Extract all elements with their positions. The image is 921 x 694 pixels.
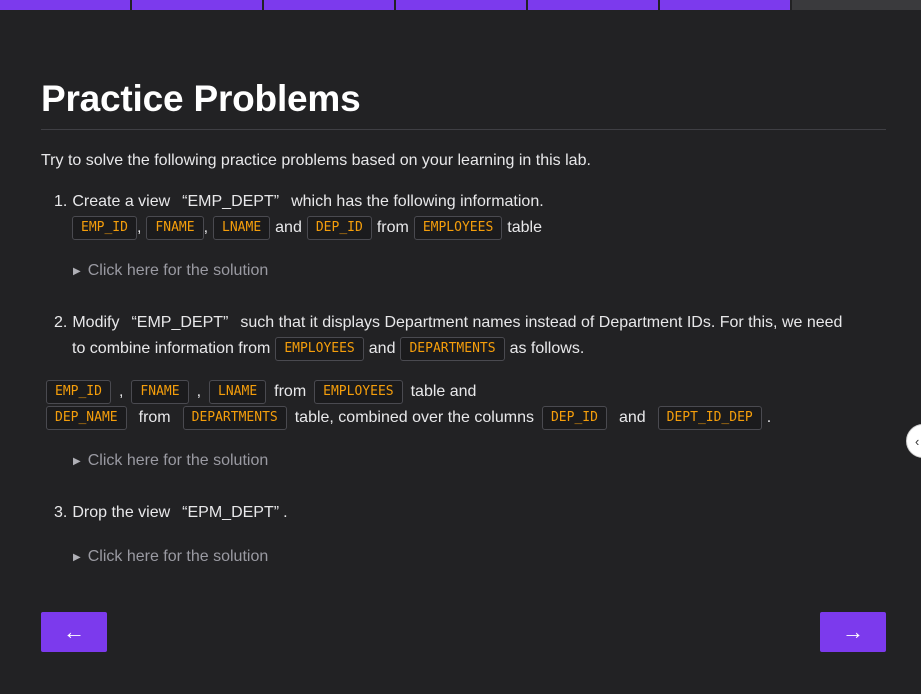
code-employees: EMPLOYEES [314, 380, 403, 404]
progress-segment[interactable] [528, 0, 658, 10]
code-lname: LNAME [213, 216, 271, 240]
problem-2-line-1: 2. Modify “EMP_DEPT” such that it displa… [54, 314, 843, 331]
next-button[interactable]: → [820, 612, 886, 652]
solution-toggle-1[interactable]: ▶ Click here for the solution [73, 262, 268, 280]
arrow-right-icon: → [842, 619, 864, 644]
problem-2-line-2: to combine information from EMPLOYEES an… [72, 337, 584, 361]
problem-2-detail-1: EMP_ID , FNAME , LNAME from EMPLOYEES ta… [46, 380, 476, 404]
chevron-left-icon: ‹ [915, 433, 920, 449]
progress-bar [0, 0, 921, 10]
problem-1-line-2: EMP_ID , FNAME , LNAME and DEP_ID from E… [72, 216, 542, 240]
previous-button[interactable]: ← [41, 612, 107, 652]
problem-3-line-1: 3. Drop the view “EPM_DEPT” . [54, 504, 288, 521]
triangle-right-icon: ▶ [73, 551, 81, 563]
code-dep-name: DEP_NAME [46, 406, 127, 430]
code-fname: FNAME [146, 216, 204, 240]
code-fname: FNAME [131, 380, 189, 404]
progress-segment[interactable] [660, 0, 790, 10]
code-departments: DEPARTMENTS [400, 337, 505, 361]
code-emp-id: EMP_ID [72, 216, 137, 240]
progress-segment[interactable] [132, 0, 262, 10]
code-employees: EMPLOYEES [275, 337, 364, 361]
progress-segment[interactable] [264, 0, 394, 10]
code-dept-id-dep: DEPT_ID_DEP [657, 406, 762, 430]
progress-segment[interactable] [396, 0, 526, 10]
side-panel-toggle[interactable]: ‹ [906, 424, 921, 458]
solution-toggle-3[interactable]: ▶ Click here for the solution [73, 548, 268, 566]
code-emp-id: EMP_ID [46, 380, 111, 404]
code-lname: LNAME [209, 380, 267, 404]
problem-2-detail-2: DEP_NAME from DEPARTMENTS table, combine… [46, 406, 771, 430]
arrow-left-icon: ← [63, 619, 85, 644]
intro-text: Try to solve the following practice prob… [41, 152, 591, 169]
code-dep-id: DEP_ID [541, 406, 607, 430]
page-title: Practice Problems [41, 78, 361, 119]
solution-toggle-2[interactable]: ▶ Click here for the solution [73, 452, 268, 470]
code-employees: EMPLOYEES [413, 216, 503, 240]
progress-segment[interactable] [0, 0, 130, 10]
divider [41, 129, 886, 130]
code-dep-id: DEP_ID [306, 216, 372, 240]
triangle-right-icon: ▶ [73, 265, 81, 277]
code-departments: DEPARTMENTS [182, 406, 287, 430]
problem-1-line-1: 1. Create a view “EMP_DEPT” which has th… [54, 193, 544, 210]
progress-segment[interactable] [792, 0, 921, 10]
triangle-right-icon: ▶ [73, 455, 81, 467]
